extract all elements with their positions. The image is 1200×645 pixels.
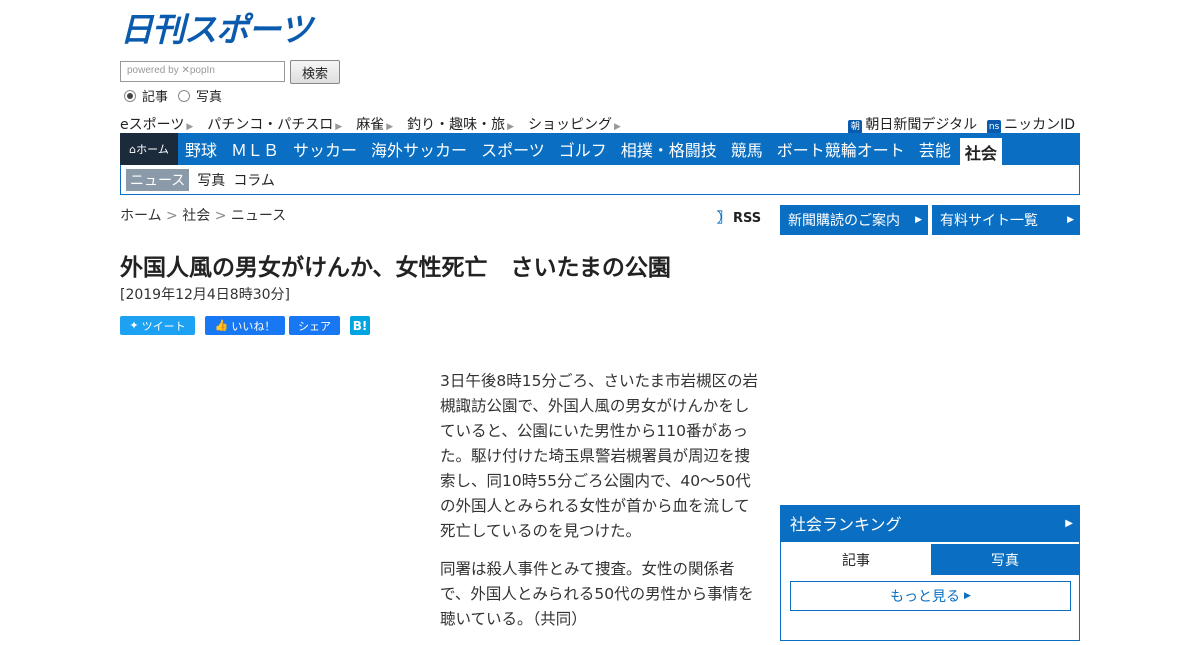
nav-item-keiba[interactable]: 競馬 — [724, 133, 770, 165]
subnav-photo[interactable]: 写真 — [197, 170, 225, 190]
hatena-bookmark-button[interactable]: B! — [350, 316, 370, 335]
asahi-icon: 朝 — [848, 120, 863, 134]
tweet-button[interactable]: ✦ ツイート — [120, 316, 195, 335]
facebook-share-button[interactable]: シェア — [289, 316, 340, 335]
subnav-column[interactable]: コラム — [233, 170, 275, 190]
sub-nav: ニュース 写真 コラム — [120, 165, 1080, 195]
nav-home[interactable]: ⌂ ホーム — [120, 133, 178, 165]
util-link-pachinko[interactable]: パチンコ・パチスロ ▶ — [207, 114, 342, 134]
triangle-right-icon: ▶ — [1065, 517, 1073, 529]
nav-item-mlb[interactable]: ＭＬＢ — [224, 133, 286, 165]
utility-links: eスポーツ ▶ パチンコ・パチスロ ▶ 麻雀 ▶ 釣り・趣味・旅 ▶ ショッピング ▶ — [120, 114, 621, 134]
home-icon: ⌂ — [129, 142, 137, 156]
article-paragraph: 3日午後8時15分ごろ、さいたま市岩槻区の岩槻諏訪公園で、外国人風の男女がけんか… — [440, 372, 758, 540]
article-paragraph: 同署は殺人事件とみて捜査。女性の関係者で、外国人とみられる50代の男性から事情を… — [440, 560, 754, 628]
util-link-esports[interactable]: eスポーツ ▶ — [120, 114, 193, 134]
breadcrumb-society[interactable]: 社会 — [182, 208, 210, 224]
breadcrumb-separator: > — [166, 208, 178, 224]
arrow-icon: ▶ — [507, 122, 515, 132]
util-link-mahjong[interactable]: 麻雀 ▶ — [356, 114, 393, 134]
like-button[interactable]: 👍 いいね！ — [205, 316, 285, 335]
triangle-right-icon: ▶ — [1067, 215, 1074, 225]
nav-item-boat[interactable]: ボート競輪オート — [770, 133, 912, 165]
ranking-tab-article[interactable]: 記事 — [782, 544, 930, 575]
article-headline: 外国人風の男女がけんか、女性死亡 さいたまの公園 — [120, 255, 671, 281]
radio-photo-label: 写真 — [196, 90, 223, 105]
radio-article[interactable] — [124, 89, 136, 102]
twitter-bird-icon: ✦ — [129, 319, 139, 332]
ranking-header[interactable]: 社会ランキング ▶ — [780, 505, 1080, 541]
page: 日刊スポーツ powered by ✕popIn 検索 記事 写真 eスポーツ ▶… — [120, 0, 1080, 641]
nav-item-soccer[interactable]: サッカー — [286, 133, 364, 165]
nav-item-world-soccer[interactable]: 海外サッカー — [364, 133, 474, 165]
ranking-tab-photo[interactable]: 写真 — [931, 544, 1079, 575]
nav-item-entertainment[interactable]: 芸能 — [912, 133, 958, 165]
nikkan-id-link[interactable]: ns ニッカンID — [987, 114, 1075, 134]
search-type-radios: 記事 写真 — [124, 86, 226, 105]
paid-sites-button[interactable]: 有料サイト一覧 ▶ — [932, 205, 1080, 235]
breadcrumb: ホーム > 社会 > ニュース — [120, 205, 286, 225]
article-body: 3日午後8時15分ごろ、さいたま市岩槻区の岩槻諏訪公園で、外国人風の男女がけんか… — [440, 369, 762, 645]
search-button[interactable]: 検索 — [290, 60, 340, 84]
arrow-icon: ▶ — [614, 122, 621, 132]
utility-right-links: 朝朝日新聞デジタル ns ニッカンID — [848, 114, 1075, 134]
radio-article-label: 記事 — [142, 90, 169, 105]
util-link-shopping[interactable]: ショッピング ▶ — [528, 114, 621, 134]
main-nav: ⌂ ホーム 野球 ＭＬＢ サッカー 海外サッカー スポーツ ゴルフ 相撲・格闘技 … — [120, 133, 1080, 165]
arrow-icon: ▶ — [335, 122, 343, 132]
nav-item-sports[interactable]: スポーツ — [474, 133, 552, 165]
triangle-right-icon: ▶ — [915, 215, 922, 225]
nav-item-baseball[interactable]: 野球 — [178, 133, 224, 165]
ranking-box: 記事 写真 もっと見る ▶ — [780, 541, 1080, 641]
asahi-digital-link[interactable]: 朝朝日新聞デジタル — [848, 114, 977, 134]
breadcrumb-home[interactable]: ホーム — [120, 208, 162, 224]
rss-icon: 〗 — [717, 211, 731, 226]
subscription-button[interactable]: 新聞購読のご案内 ▶ — [780, 205, 928, 235]
article-date: [2019年12月4日8時30分] — [120, 287, 290, 303]
rss-link[interactable]: 〗 RSS — [717, 207, 761, 226]
nav-item-sumo[interactable]: 相撲・格闘技 — [614, 133, 724, 165]
breadcrumb-separator: > — [214, 208, 227, 224]
util-link-fishing[interactable]: 釣り・趣味・旅 ▶ — [407, 114, 514, 134]
thumbs-up-icon: 👍 — [214, 319, 229, 332]
breadcrumb-news: ニュース — [230, 208, 287, 224]
triangle-right-icon: ▶ — [964, 591, 971, 601]
nikkan-id-icon: ns — [987, 120, 1002, 134]
nav-item-society[interactable]: 社会 — [959, 138, 1002, 165]
search-input[interactable]: powered by ✕popIn — [120, 61, 285, 82]
subnav-news[interactable]: ニュース — [126, 168, 190, 191]
more-button[interactable]: もっと見る ▶ — [790, 581, 1071, 611]
nav-item-golf[interactable]: ゴルフ — [552, 133, 614, 165]
site-logo[interactable]: 日刊スポーツ — [120, 12, 320, 48]
arrow-icon: ▶ — [186, 122, 194, 132]
arrow-icon: ▶ — [386, 122, 394, 132]
radio-photo[interactable] — [178, 89, 191, 102]
